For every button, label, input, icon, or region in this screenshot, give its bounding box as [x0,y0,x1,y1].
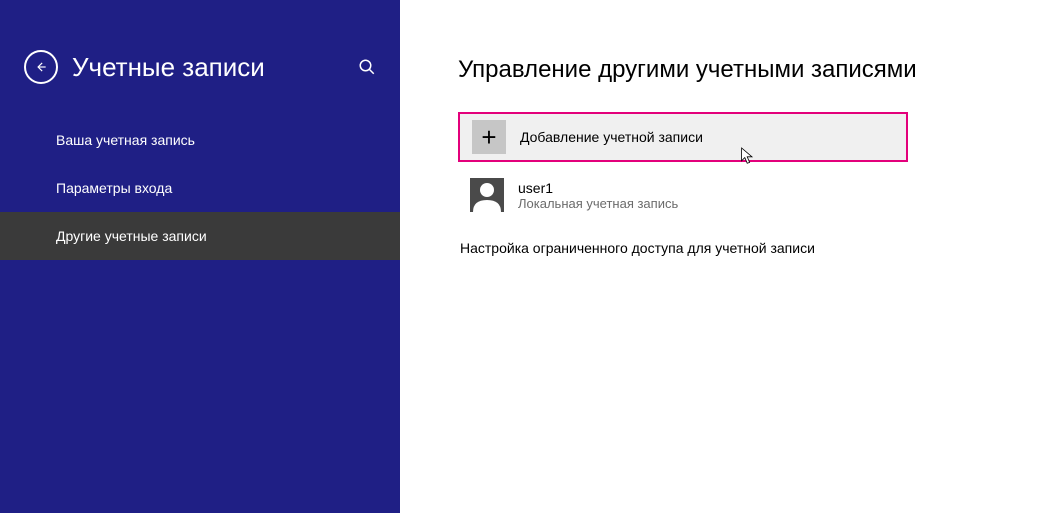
sidebar-title: Учетные записи [72,52,265,83]
sidebar: Учетные записи Ваша учетная запись Парам… [0,0,400,513]
add-account-label: Добавление учетной записи [520,129,703,145]
sidebar-header: Учетные записи [0,50,400,116]
add-account-button[interactable]: + Добавление учетной записи [458,112,908,162]
plus-icon: + [472,120,506,154]
page-title: Управление другими учетными записями [458,56,1052,84]
main-panel: Управление другими учетными записями + Д… [400,0,1052,513]
back-button[interactable] [24,50,58,84]
user-row[interactable]: user1 Локальная учетная запись [458,162,908,212]
avatar [470,178,504,212]
sidebar-header-left: Учетные записи [24,50,265,84]
sidebar-item-your-account[interactable]: Ваша учетная запись [0,116,400,164]
back-arrow-icon [34,60,48,74]
sidebar-item-signin-options[interactable]: Параметры входа [0,164,400,212]
user-name: user1 [518,180,678,196]
user-text: user1 Локальная учетная запись [518,180,678,211]
search-icon[interactable] [358,58,376,76]
sidebar-nav: Ваша учетная запись Параметры входа Друг… [0,116,400,260]
restricted-access-link[interactable]: Настройка ограниченного доступа для учет… [458,240,1052,256]
user-type: Локальная учетная запись [518,196,678,211]
avatar-icon [470,178,504,212]
sidebar-item-other-accounts[interactable]: Другие учетные записи [0,212,400,260]
